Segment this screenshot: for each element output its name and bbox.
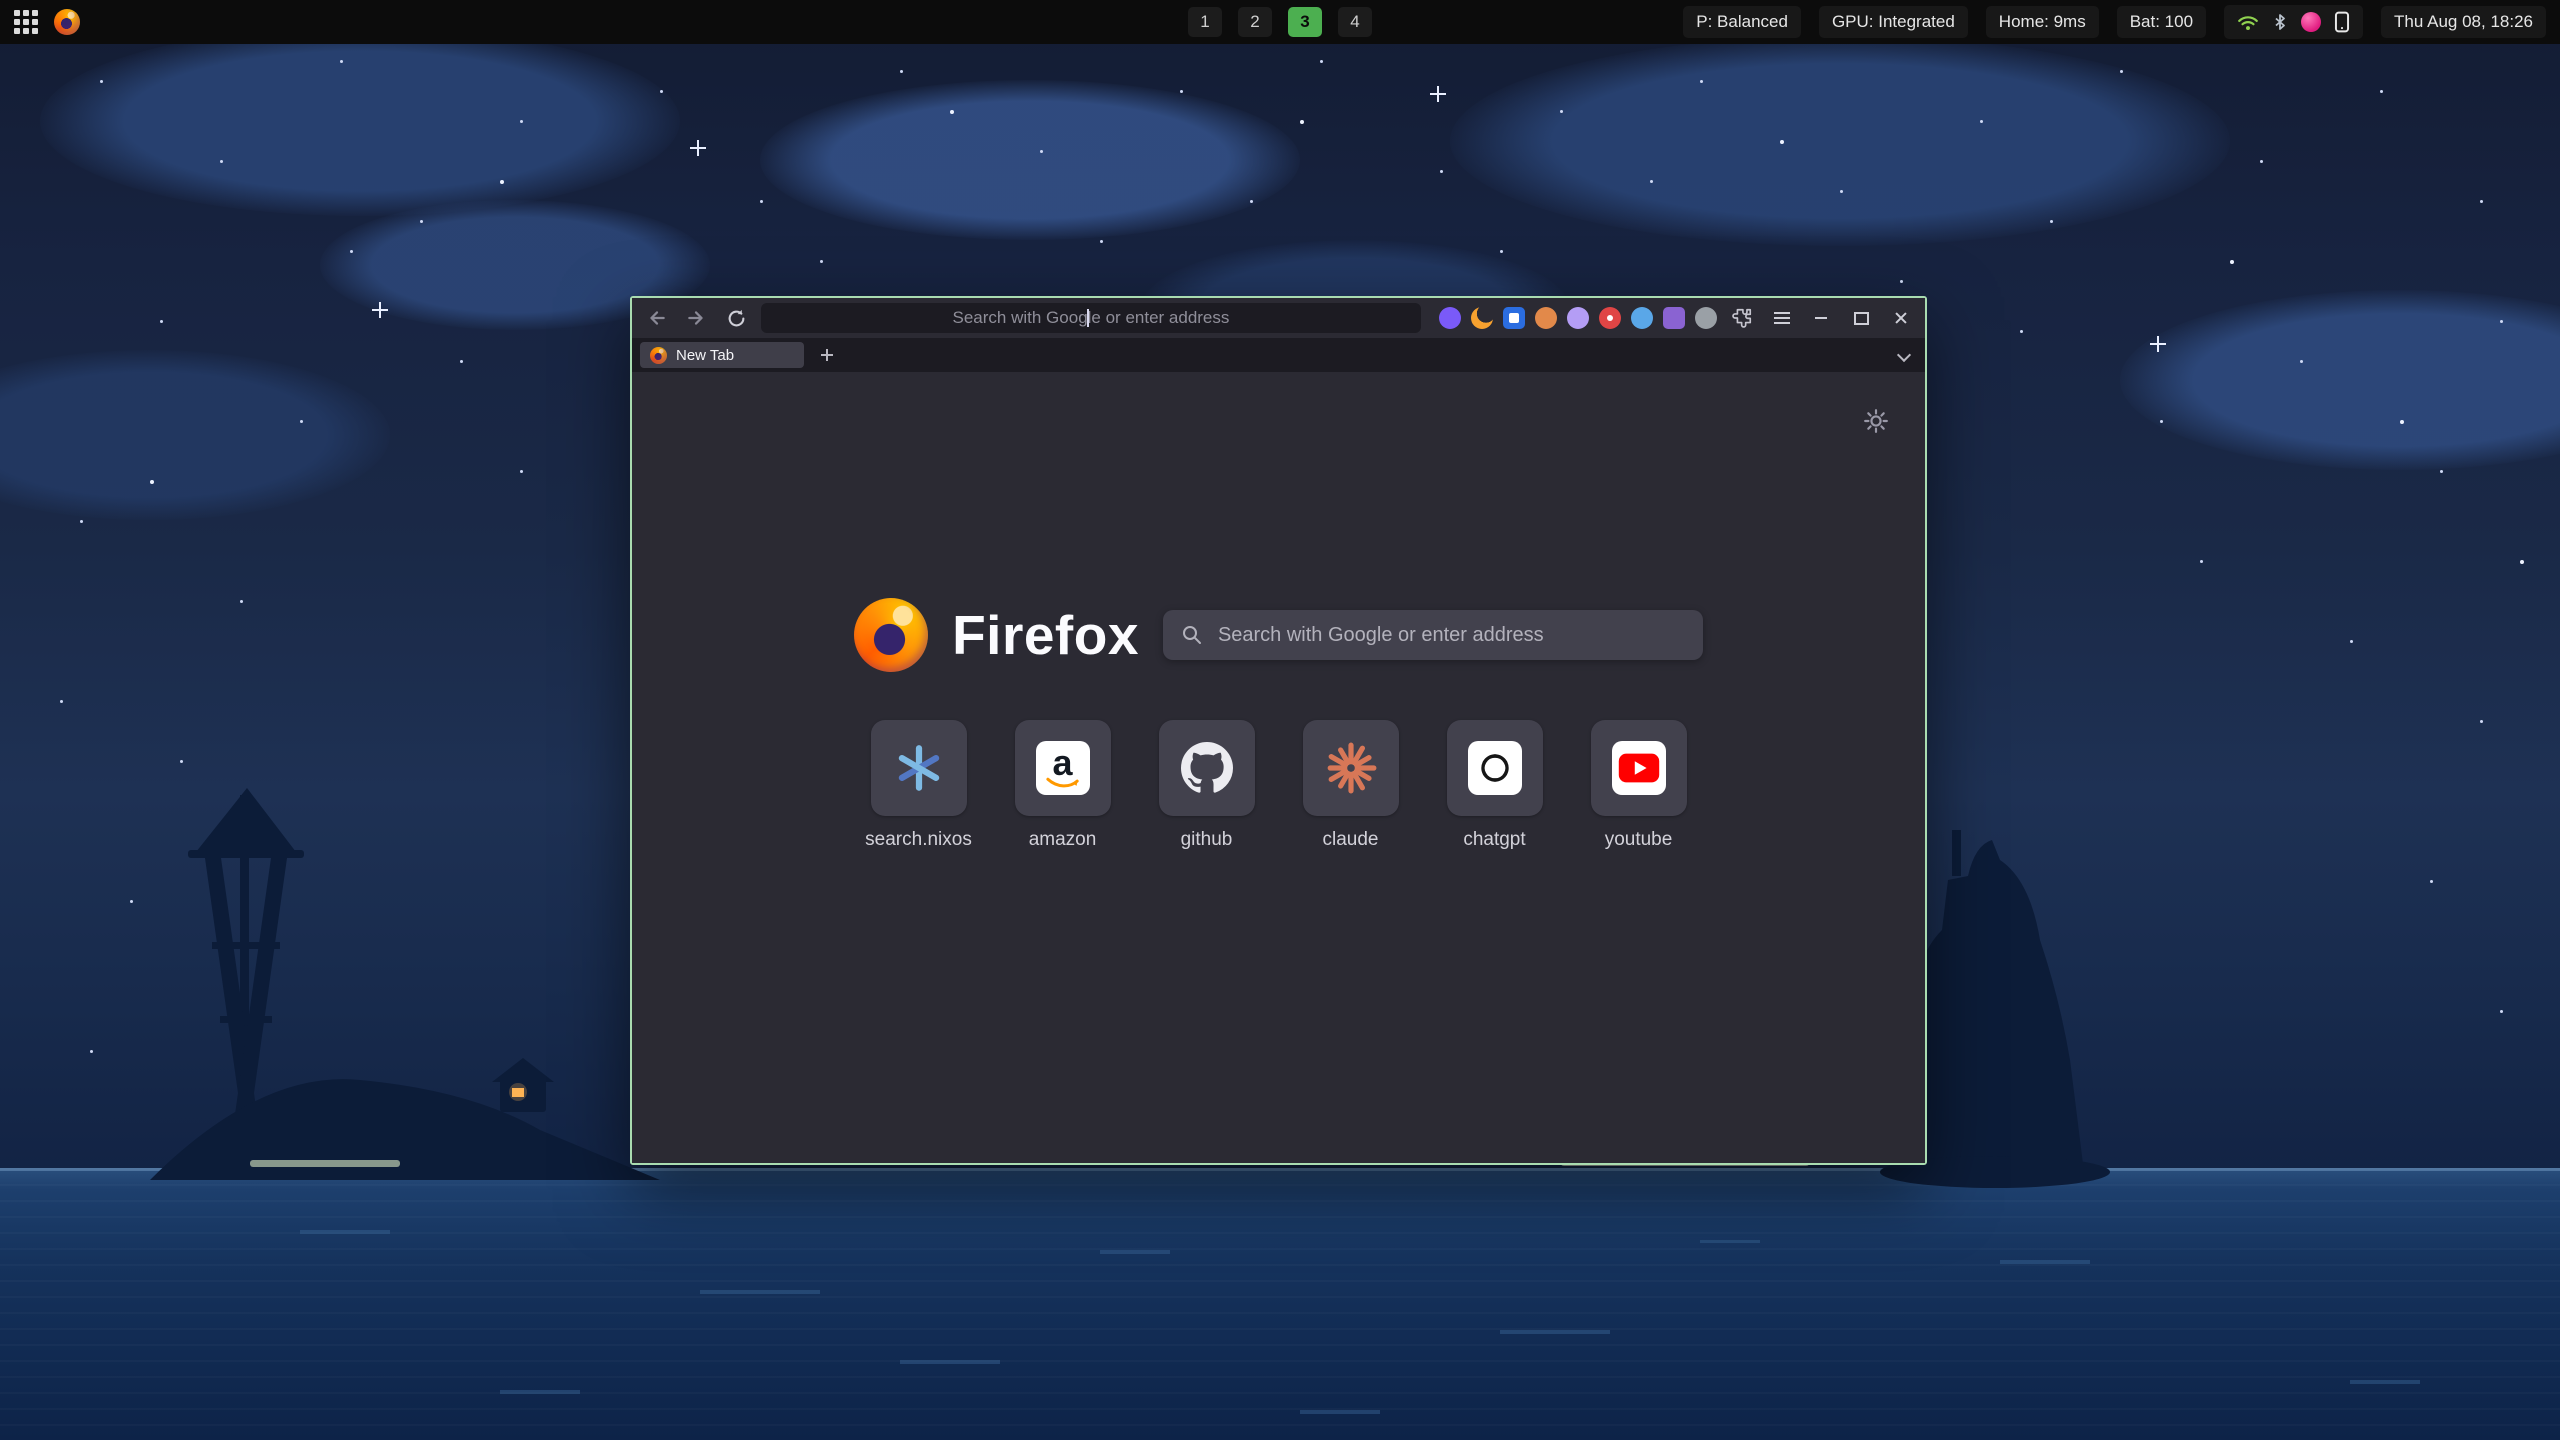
- workspace-switcher: 1 2 3 4: [1188, 7, 1372, 37]
- hamburger-icon: [1774, 317, 1790, 319]
- newtab-hero: Firefox: [632, 598, 1925, 851]
- close-icon: [1894, 311, 1908, 325]
- tab-title: New Tab: [676, 347, 734, 364]
- shortcut-label: claude: [1323, 829, 1379, 851]
- url-bar-placeholder: Search with Google or enter address: [953, 308, 1230, 328]
- tab-favicon: [650, 347, 667, 364]
- navigation-toolbar: Search with Google or enter address: [632, 298, 1925, 338]
- forward-button[interactable]: [682, 303, 712, 333]
- minimize-button[interactable]: [1807, 304, 1835, 332]
- tab-bar: New Tab: [632, 338, 1925, 372]
- shortcut-chatgpt: chatgpt: [1447, 720, 1543, 851]
- shortcut-tiles: search.nixos a amazon: [871, 720, 1687, 851]
- top-bar-left: [14, 9, 80, 35]
- extension-icon-8[interactable]: [1663, 307, 1685, 329]
- workspace-button-1[interactable]: 1: [1188, 7, 1222, 37]
- shortcut-tile-search-nixos[interactable]: [871, 720, 967, 816]
- gpu-module: GPU: Integrated: [1819, 6, 1968, 38]
- tray-icons: [2224, 5, 2363, 39]
- extension-icon-2[interactable]: [1471, 307, 1493, 329]
- nixos-snowflake-icon: [892, 741, 946, 795]
- window-controls: [1807, 304, 1915, 332]
- gear-icon: [1863, 408, 1889, 434]
- close-button[interactable]: [1887, 304, 1915, 332]
- extension-icon-1[interactable]: [1439, 307, 1461, 329]
- shortcut-claude: claude: [1303, 720, 1399, 851]
- openai-icon: [1468, 741, 1522, 795]
- latency-module: Home: 9ms: [1986, 6, 2099, 38]
- extension-icon-7[interactable]: [1631, 307, 1653, 329]
- top-bar: 1 2 3 4 P: Balanced GPU: Integrated Home…: [0, 0, 2560, 44]
- extension-icon-3[interactable]: [1503, 307, 1525, 329]
- reload-icon: [727, 309, 746, 328]
- workspace-button-3[interactable]: 3: [1288, 7, 1322, 37]
- workspace-button-2[interactable]: 2: [1238, 7, 1272, 37]
- bluetooth-icon[interactable]: [2272, 11, 2288, 33]
- battery-module: Bat: 100: [2117, 6, 2206, 38]
- back-button[interactable]: [642, 303, 672, 333]
- extension-icon-6[interactable]: [1599, 307, 1621, 329]
- wifi-icon[interactable]: [2237, 12, 2259, 32]
- firefox-logo: [854, 598, 928, 672]
- newtab-search[interactable]: [1163, 610, 1703, 660]
- shortcut-github: github: [1159, 720, 1255, 851]
- text-caret: [1087, 309, 1089, 327]
- status-modules: P: Balanced GPU: Integrated Home: 9ms Ba…: [1683, 5, 2546, 39]
- firefox-launcher-icon[interactable]: [54, 9, 80, 35]
- extensions-button[interactable]: [1727, 303, 1757, 333]
- github-icon: [1181, 742, 1233, 794]
- maximize-button[interactable]: [1847, 304, 1875, 332]
- back-arrow-icon: [647, 308, 667, 328]
- extension-icon-5[interactable]: [1567, 307, 1589, 329]
- newtab-search-input[interactable]: [1216, 623, 1685, 648]
- newtab-settings-button[interactable]: [1861, 406, 1891, 439]
- shortcut-tile-chatgpt[interactable]: [1447, 720, 1543, 816]
- shortcut-tile-youtube[interactable]: [1591, 720, 1687, 816]
- extension-icon-4[interactable]: [1535, 307, 1557, 329]
- shortcut-tile-github[interactable]: [1159, 720, 1255, 816]
- puzzle-icon: [1731, 307, 1753, 329]
- brand-and-search-row: Firefox: [854, 598, 1703, 672]
- workspace-button-4[interactable]: 4: [1338, 7, 1372, 37]
- shortcut-tile-claude[interactable]: [1303, 720, 1399, 816]
- shortcut-amazon: a amazon: [1015, 720, 1111, 851]
- power-profile-module: P: Balanced: [1683, 6, 1801, 38]
- newtab-page: Firefox: [632, 372, 1925, 1163]
- extension-strip: [1439, 303, 1797, 333]
- apps-launcher-button[interactable]: [14, 10, 38, 34]
- youtube-icon: [1612, 741, 1666, 795]
- search-icon: [1181, 624, 1203, 646]
- reload-button[interactable]: [721, 303, 751, 333]
- shortcut-search-nixos: search.nixos: [871, 720, 967, 851]
- shortcut-label: chatgpt: [1463, 829, 1525, 851]
- shortcut-label: youtube: [1605, 829, 1673, 851]
- tab-new-tab[interactable]: New Tab: [640, 342, 804, 368]
- shortcut-youtube: youtube: [1591, 720, 1687, 851]
- maximize-icon: [1854, 312, 1869, 325]
- amazon-icon: a: [1036, 741, 1090, 795]
- shortcut-label: search.nixos: [865, 829, 972, 851]
- firefox-wordmark: Firefox: [952, 603, 1139, 667]
- hotspot-icon[interactable]: [2301, 12, 2321, 32]
- minimize-icon: [1815, 317, 1827, 319]
- shortcut-label: amazon: [1029, 829, 1097, 851]
- shortcut-label: github: [1181, 829, 1233, 851]
- shortcut-tile-amazon[interactable]: a: [1015, 720, 1111, 816]
- clock-module: Thu Aug 08, 18:26: [2381, 6, 2546, 38]
- app-menu-button[interactable]: [1767, 303, 1797, 333]
- new-tab-button[interactable]: [814, 342, 840, 368]
- list-all-tabs-button[interactable]: [1891, 342, 1917, 368]
- forward-arrow-icon: [686, 308, 706, 328]
- claude-starburst-icon: [1324, 741, 1378, 795]
- firefox-window: Search with Google or enter address: [630, 296, 1927, 1165]
- extension-icon-9[interactable]: [1695, 307, 1717, 329]
- tablet-icon[interactable]: [2334, 11, 2350, 33]
- url-bar[interactable]: Search with Google or enter address: [761, 303, 1421, 333]
